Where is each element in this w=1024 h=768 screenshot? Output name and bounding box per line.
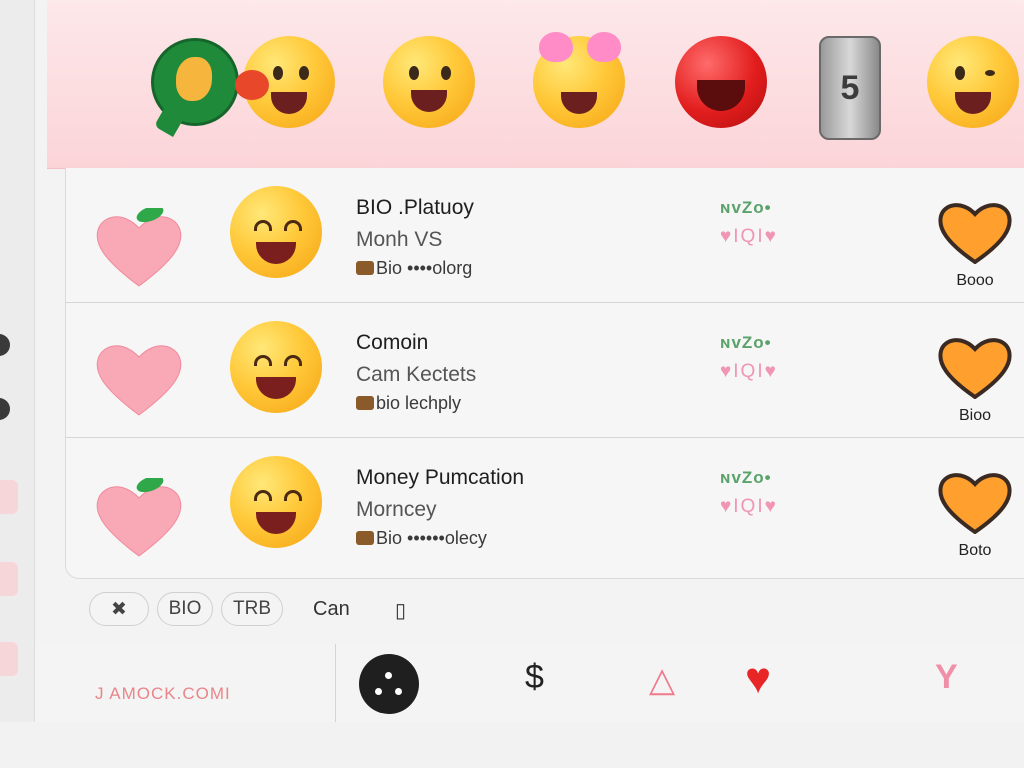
dollar-icon[interactable]: $ <box>525 658 544 697</box>
eye-icon <box>284 220 302 231</box>
eye-icon <box>955 66 965 80</box>
smiley-avatar <box>230 186 322 278</box>
profile-list: BIO .Platuoy Monh VS Bio ••••olorg ɴvZo•… <box>65 168 1024 579</box>
eye-icon <box>441 66 451 80</box>
row-stats: ɴvZo• <box>720 468 772 487</box>
footer-divider <box>335 644 336 722</box>
row-title: Comoin <box>356 331 429 354</box>
row-meta-text: Bio ••••••olecy <box>376 528 487 548</box>
ghost-tab <box>0 642 18 676</box>
dot-icon <box>375 688 382 695</box>
row-title: BIO .Platuoy <box>356 196 474 219</box>
row-meta-text: bio lechply <box>376 393 462 413</box>
row-subtitle: Cam Kectets <box>356 363 477 386</box>
row-meta: bio lechply <box>356 393 461 414</box>
eye-icon <box>254 355 272 366</box>
wink-emoji[interactable] <box>235 36 335 128</box>
heart-eye-icon <box>539 32 573 62</box>
mouth-icon <box>270 92 308 115</box>
mouth-icon <box>255 512 297 534</box>
heart-eyes-emoji[interactable] <box>533 32 625 128</box>
bottom-nav: J AMOCK.COMI $ △ ♥ Y <box>35 644 1024 722</box>
chip-trb[interactable]: TRB <box>221 592 283 626</box>
tag-icon <box>356 261 374 275</box>
bolt-icon[interactable]: 5 <box>819 36 881 140</box>
chat-face-icon <box>176 57 212 101</box>
mouth-icon <box>560 92 598 115</box>
row-stats: ɴvZo• <box>720 333 772 352</box>
ghost-tab <box>0 562 18 596</box>
red-face-emoji[interactable] <box>675 36 767 128</box>
badge-label: Boto <box>958 542 992 559</box>
badge-label: Bioo <box>958 407 992 424</box>
orange-heart-icon[interactable] <box>938 335 1012 400</box>
mouth-icon <box>410 90 448 113</box>
eye-icon <box>299 66 309 80</box>
orange-heart-icon[interactable] <box>938 470 1012 535</box>
orange-heart-icon[interactable] <box>938 200 1012 265</box>
emoji-toolbar: 5 <box>47 0 1024 169</box>
badge-label: Booo <box>956 272 994 289</box>
heart-icon[interactable]: ♥ <box>745 654 771 704</box>
list-item[interactable]: BIO .Platuoy Monh VS Bio ••••olorg ɴvZo•… <box>66 168 1024 303</box>
list-item[interactable]: Comoin Cam Kectets bio lechply ɴvZo• ♥IQ… <box>66 303 1024 438</box>
square-icon[interactable]: ▯ <box>395 598 406 623</box>
more-dots-button[interactable] <box>359 654 419 714</box>
chip-close[interactable]: ✖ <box>89 592 149 626</box>
eye-icon <box>273 66 283 80</box>
peach-heart-icon <box>94 475 184 558</box>
eye-icon <box>284 490 302 501</box>
row-subtitle: Morncey <box>356 498 437 521</box>
heart-icon <box>94 337 184 417</box>
dot-icon <box>395 688 402 695</box>
chip-text-can[interactable]: Can <box>313 598 350 621</box>
dot-icon <box>385 672 392 679</box>
tool-glyph: 5 <box>840 68 860 107</box>
row-meta: Bio ••••olorg <box>356 258 472 279</box>
eye-icon <box>284 355 302 366</box>
filter-chip-bar: ✖ BIO TRB Can ▯ <box>89 588 489 632</box>
laughing-emoji[interactable] <box>383 36 475 128</box>
row-meta-text: Bio ••••olorg <box>376 258 473 278</box>
smiley-avatar <box>230 321 322 413</box>
heart-eye-icon <box>587 32 621 62</box>
eye-icon <box>409 66 419 80</box>
mouth-icon <box>954 92 992 115</box>
chat-bubble-emoji[interactable] <box>151 38 239 126</box>
row-title: Money Pumcation <box>356 466 525 489</box>
tag-icon <box>356 531 374 545</box>
heart-kiss-icon <box>235 70 269 100</box>
mouth-icon <box>255 377 297 399</box>
eye-icon <box>985 70 995 76</box>
app-window: 5 BIO .Platuoy Monh VS Bio ••••olorg ɴvZ… <box>34 0 1024 722</box>
y-icon[interactable]: Y <box>935 658 958 697</box>
triangle-icon[interactable]: △ <box>649 660 675 700</box>
tag-icon <box>356 396 374 410</box>
chip-bio[interactable]: BIO <box>157 592 213 626</box>
peach-heart-icon <box>94 205 184 288</box>
list-item[interactable]: Money Pumcation Morncey Bio ••••••olecy … <box>66 438 1024 572</box>
row-stats: ɴvZo• <box>720 198 772 217</box>
eye-icon <box>254 490 272 501</box>
winking-smile-emoji[interactable] <box>927 36 1019 128</box>
eye-icon <box>254 220 272 231</box>
smiley-avatar <box>230 456 322 548</box>
row-reactions[interactable]: ♥IQI♥ <box>720 361 778 383</box>
ghost-dot-icon <box>0 398 10 420</box>
row-reactions[interactable]: ♥IQI♥ <box>720 496 778 518</box>
footer-brand: J AMOCK.COMI <box>95 684 231 703</box>
row-subtitle: Monh VS <box>356 228 443 251</box>
row-meta: Bio ••••••olecy <box>356 528 487 549</box>
mouth-icon <box>697 80 745 112</box>
mouth-icon <box>255 242 297 264</box>
ghost-tab <box>0 480 18 514</box>
row-reactions[interactable]: ♥IQI♥ <box>720 226 778 248</box>
ghost-dot-icon <box>0 334 10 356</box>
